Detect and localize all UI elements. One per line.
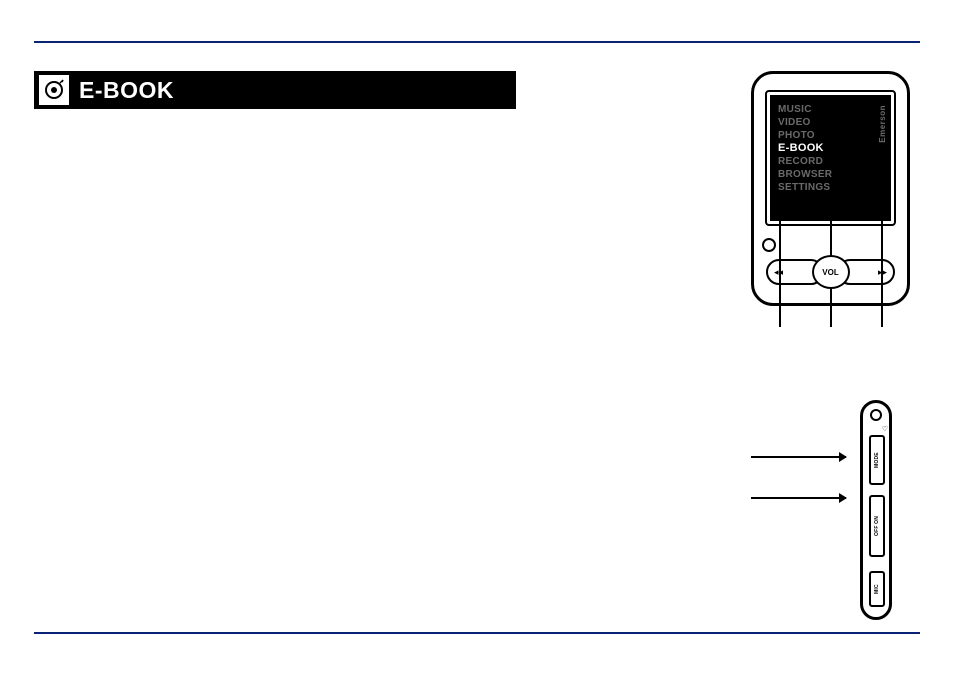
device-side-illustration: ♡ MODE OFF ON MIC xyxy=(860,400,892,620)
callout-line-prev xyxy=(779,212,781,327)
device-screen-content: MUSIC VIDEO PHOTO E-BOOK RECORD BROWSER … xyxy=(770,95,891,221)
callout-line-next xyxy=(881,212,883,327)
mode-slot: MODE xyxy=(869,435,885,485)
device-brand-label: Emerson xyxy=(878,105,887,143)
device-controls-row: ◂◂ VOL ▸▸ xyxy=(770,256,891,288)
arrow-mode-slot xyxy=(751,456,846,458)
power-switch: OFF ON xyxy=(869,495,885,557)
menu-item-video: VIDEO xyxy=(778,116,885,129)
menu-item-photo: PHOTO xyxy=(778,129,885,142)
section-title: E-BOOK xyxy=(79,77,174,104)
heart-icon: ♡ xyxy=(882,425,888,433)
bottom-rule xyxy=(34,632,920,634)
ebook-icon xyxy=(39,75,69,105)
menu-item-browser: BROWSER xyxy=(778,168,885,181)
volume-label: VOL xyxy=(822,268,838,277)
section-title-bar: E-BOOK xyxy=(34,71,516,109)
volume-button: VOL xyxy=(812,255,850,289)
mic-label: MIC xyxy=(869,571,885,607)
device-screen: MUSIC VIDEO PHOTO E-BOOK RECORD BROWSER … xyxy=(765,90,896,226)
menu-item-settings: SETTINGS xyxy=(778,181,885,194)
top-rule xyxy=(34,41,920,43)
side-cap-icon xyxy=(870,409,882,421)
menu-item-music: MUSIC xyxy=(778,103,885,116)
headphone-icon xyxy=(762,238,776,252)
device-front-illustration: MUSIC VIDEO PHOTO E-BOOK RECORD BROWSER … xyxy=(751,71,910,306)
arrow-power-switch xyxy=(751,497,846,499)
menu-item-ebook: E-BOOK xyxy=(778,142,885,155)
main-menu-list: MUSIC VIDEO PHOTO E-BOOK RECORD BROWSER … xyxy=(778,103,885,194)
menu-item-record: RECORD xyxy=(778,155,885,168)
